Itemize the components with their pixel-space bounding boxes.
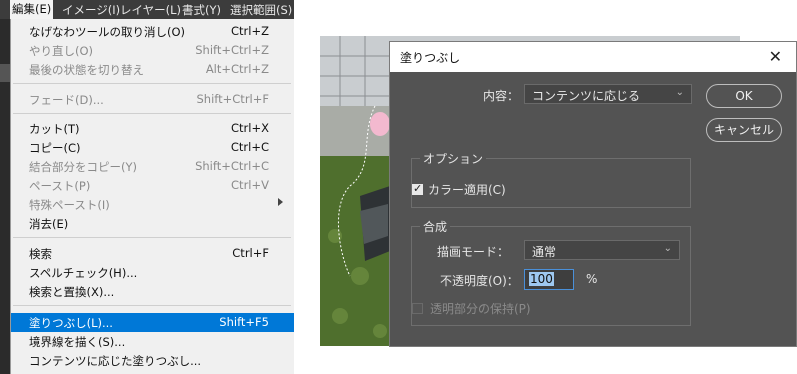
menu-item-spell-check[interactable]: スペルチェック(H)...: [11, 263, 294, 282]
chevron-down-icon: ⌄: [675, 87, 684, 98]
menu-item-find-replace[interactable]: 検索と置換(X)...: [11, 282, 294, 301]
menu-item-cut[interactable]: カット(T) Ctrl+X: [11, 119, 294, 138]
edit-menu-dropdown: なげなわツールの取り消し(O) Ctrl+Z やり直し(O) Shift+Ctr…: [10, 19, 294, 374]
content-label: 内容：: [483, 89, 520, 103]
menu-select[interactable]: 選択範囲(S): [230, 2, 292, 18]
color-adapt-label: カラー適用(C): [428, 183, 506, 197]
menu-item-content-aware-fill[interactable]: コンテンツに応じた塗りつぶし...: [11, 351, 294, 370]
submenu-arrow-icon: [278, 198, 283, 206]
menu-item-toggle-last-state[interactable]: 最後の状態を切り替え Alt+Ctrl+Z: [11, 60, 294, 79]
dialog-title: 塗りつぶし: [400, 51, 461, 65]
menu-layer[interactable]: レイヤー(L): [120, 2, 181, 18]
menu-item-undo[interactable]: なげなわツールの取り消し(O) Ctrl+Z: [11, 22, 294, 41]
cancel-button[interactable]: キャンセル: [706, 118, 782, 142]
ok-button[interactable]: OK: [706, 84, 782, 108]
mode-select[interactable]: 通常 ⌄: [524, 240, 680, 260]
photoshop-window-left: 編集(E) イメージ(I) レイヤー(L) 書式(Y) 選択範囲(S) なげなわ…: [0, 0, 294, 374]
menu-item-paste-special[interactable]: 特殊ペースト(I): [11, 195, 294, 214]
menu-separator: [13, 83, 291, 84]
menu-item-stroke[interactable]: 境界線を描く(S)...: [11, 332, 294, 351]
dialog-titlebar: 塗りつぶし ✕: [390, 42, 796, 72]
menu-item-clear[interactable]: 消去(E): [11, 214, 294, 233]
content-select[interactable]: コンテンツに応じる ⌄: [524, 84, 692, 104]
menu-item-paste[interactable]: ペースト(P) Ctrl+V: [11, 176, 294, 195]
options-group-title: オプション: [420, 150, 487, 167]
preserve-transparency-checkbox[interactable]: [412, 303, 423, 314]
preserve-transparency-label: 透明部分の保持(P): [430, 302, 531, 316]
menu-image[interactable]: イメージ(I): [62, 2, 120, 18]
menu-separator: [13, 113, 291, 114]
blending-group-title: 合成: [420, 218, 451, 235]
menu-separator: [13, 305, 291, 306]
menu-separator: [13, 237, 291, 238]
chevron-down-icon: ⌄: [663, 243, 672, 254]
menu-item-fade[interactable]: フェード(D)... Shift+Ctrl+F: [11, 90, 294, 109]
close-icon[interactable]: ✕: [769, 47, 782, 66]
opacity-label: 不透明度(O)：: [440, 274, 519, 288]
menu-item-fill[interactable]: 塗りつぶし(L)... Shift+F5: [11, 313, 294, 332]
menu-bar: 編集(E) イメージ(I) レイヤー(L) 書式(Y) 選択範囲(S): [0, 0, 294, 19]
menu-item-find[interactable]: 検索 Ctrl+F: [11, 244, 294, 263]
opacity-unit: %: [586, 272, 598, 286]
fill-dialog: 塗りつぶし ✕ 内容： コンテンツに応じる ⌄ OK キャンセル オプション カ…: [389, 41, 797, 347]
menu-item-redo[interactable]: やり直し(O) Shift+Ctrl+Z: [11, 41, 294, 60]
mode-label: 描画モード：: [437, 245, 510, 259]
menu-type[interactable]: 書式(Y): [182, 2, 221, 18]
opacity-input[interactable]: 100: [524, 269, 574, 290]
menu-edit[interactable]: 編集(E): [10, 0, 54, 19]
color-adapt-checkbox[interactable]: [412, 182, 423, 195]
menu-item-copy-merged[interactable]: 結合部分をコピー(Y) Shift+Ctrl+C: [11, 157, 294, 176]
menu-item-copy[interactable]: コピー(C) Ctrl+C: [11, 138, 294, 157]
tab-strip: [0, 64, 10, 82]
